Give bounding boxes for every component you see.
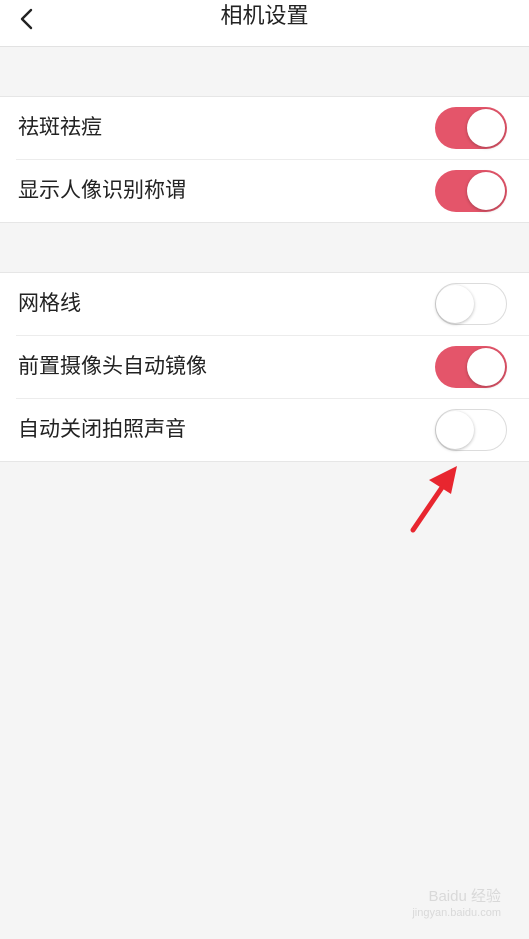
- toggle-knob: [467, 172, 505, 210]
- toggle-knob: [467, 348, 505, 386]
- toggle-knob: [467, 109, 505, 147]
- watermark-url: jingyan.baidu.com: [412, 907, 501, 919]
- toggle-knob: [436, 285, 474, 323]
- page-title: 相机设置: [220, 4, 309, 29]
- top-bar: 相机设置: [0, 0, 529, 47]
- settings-group-camera: 网格线 前置摄像头自动镜像 自动关闭拍照声音: [0, 272, 529, 462]
- front-mirror-toggle[interactable]: [435, 346, 507, 388]
- grid-toggle[interactable]: [435, 283, 507, 325]
- setting-label: 前置摄像头自动镜像: [18, 354, 207, 378]
- shutter-sound-toggle[interactable]: [435, 409, 507, 451]
- setting-label: 显示人像识别称谓: [18, 178, 186, 202]
- setting-row-shutter-sound: 自动关闭拍照声音: [16, 399, 529, 461]
- setting-row-front-mirror: 前置摄像头自动镜像: [16, 336, 529, 399]
- arrow-icon: [410, 466, 457, 533]
- setting-row-grid: 网格线: [16, 273, 529, 336]
- watermark: Baidu 经验 jingyan.baidu.com: [412, 889, 501, 921]
- portrait-title-toggle[interactable]: [435, 170, 507, 212]
- toggle-knob: [436, 411, 474, 449]
- blemish-toggle[interactable]: [435, 107, 507, 149]
- setting-row-blemish: 祛斑祛痘: [16, 97, 529, 160]
- setting-label: 自动关闭拍照声音: [18, 417, 186, 441]
- watermark-brand: Baidu 经验: [428, 888, 501, 905]
- setting-label: 祛斑祛痘: [18, 115, 102, 139]
- setting-row-portrait-title: 显示人像识别称谓: [16, 160, 529, 222]
- settings-group-beauty: 祛斑祛痘 显示人像识别称谓: [0, 96, 529, 223]
- setting-label: 网格线: [18, 291, 81, 315]
